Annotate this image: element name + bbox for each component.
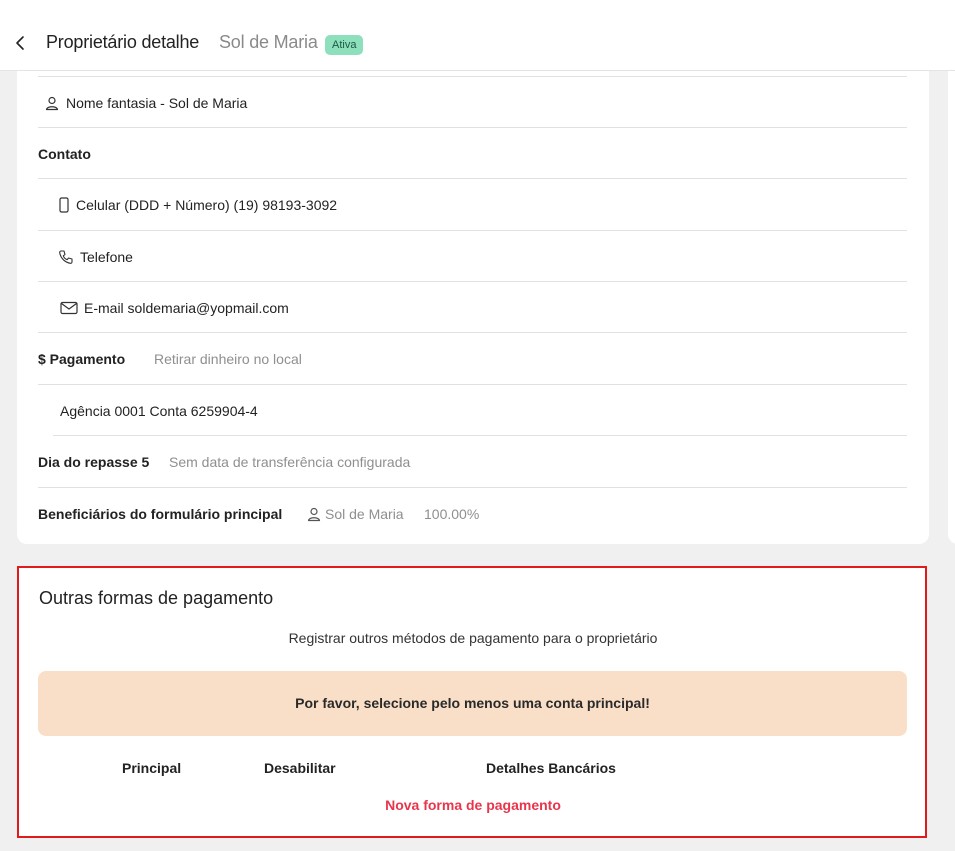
phone-row: Telefone: [38, 231, 907, 282]
bank-account-text: Agência 0001 Conta 6259904-4: [60, 402, 258, 419]
payment-label: $ Pagamento: [38, 350, 126, 367]
new-payment-method-link[interactable]: Nova forma de pagamento: [19, 797, 927, 813]
trade-name-row: Nome fantasia - Sol de Maria: [38, 77, 907, 128]
mail-icon: [60, 300, 78, 316]
page-header: Proprietário detalhe Sol de Maria Ativa: [0, 0, 955, 71]
transfer-day-row: Dia do repasse 5 Sem data de transferênc…: [38, 436, 907, 487]
page-title: Proprietário detalhe: [46, 32, 200, 52]
beneficiary-percent: 100.00%: [424, 505, 480, 522]
bank-account-row: Agência 0001 Conta 6259904-4: [38, 385, 907, 436]
transfer-day-value: Sem data de transferência configurada: [169, 453, 411, 470]
email-text: E-mail soldemaria@yopmail.com: [84, 299, 289, 316]
transfer-day-label: Dia do repasse 5: [38, 453, 150, 470]
other-payments-description: Registrar outros métodos de pagamento pa…: [288, 630, 658, 646]
column-header-principal: Principal: [122, 760, 182, 776]
contact-heading-row: Contato: [38, 128, 907, 179]
other-payments-title: Outras formas de pagamento: [39, 588, 274, 608]
column-header-disable: Desabilitar: [264, 760, 336, 776]
mobile-icon: [58, 196, 70, 213]
side-card: [948, 60, 955, 544]
user-icon: [306, 506, 322, 522]
other-payments-card: Outras formas de pagamento Registrar out…: [17, 566, 927, 838]
user-icon: [44, 95, 60, 111]
phone-icon: [58, 249, 74, 265]
payment-row: $ Pagamento Retirar dinheiro no local: [38, 333, 907, 384]
column-header-bank-details: Detalhes Bancários: [486, 760, 616, 776]
owner-name: Sol de Maria: [219, 32, 318, 52]
beneficiary-name: Sol de Maria: [325, 505, 404, 522]
beneficiaries-label: Beneficiários do formulário principal: [38, 505, 283, 522]
contact-heading: Contato: [38, 145, 91, 162]
page-bottom: [0, 840, 955, 851]
phone-text: Telefone: [80, 248, 133, 265]
beneficiaries-row: Beneficiários do formulário principal So…: [38, 488, 907, 539]
email-row: E-mail soldemaria@yopmail.com: [38, 282, 907, 333]
back-chevron-icon[interactable]: [12, 34, 30, 52]
status-badge: Ativa: [325, 35, 364, 55]
payment-method: Retirar dinheiro no local: [154, 350, 302, 367]
cell-row: Celular (DDD + Número) (19) 98193-3092: [38, 179, 907, 230]
warning-banner: Por favor, selecione pelo menos uma cont…: [38, 671, 907, 736]
cell-text: Celular (DDD + Número) (19) 98193-3092: [76, 196, 338, 213]
trade-name-text: Nome fantasia - Sol de Maria: [66, 94, 248, 111]
